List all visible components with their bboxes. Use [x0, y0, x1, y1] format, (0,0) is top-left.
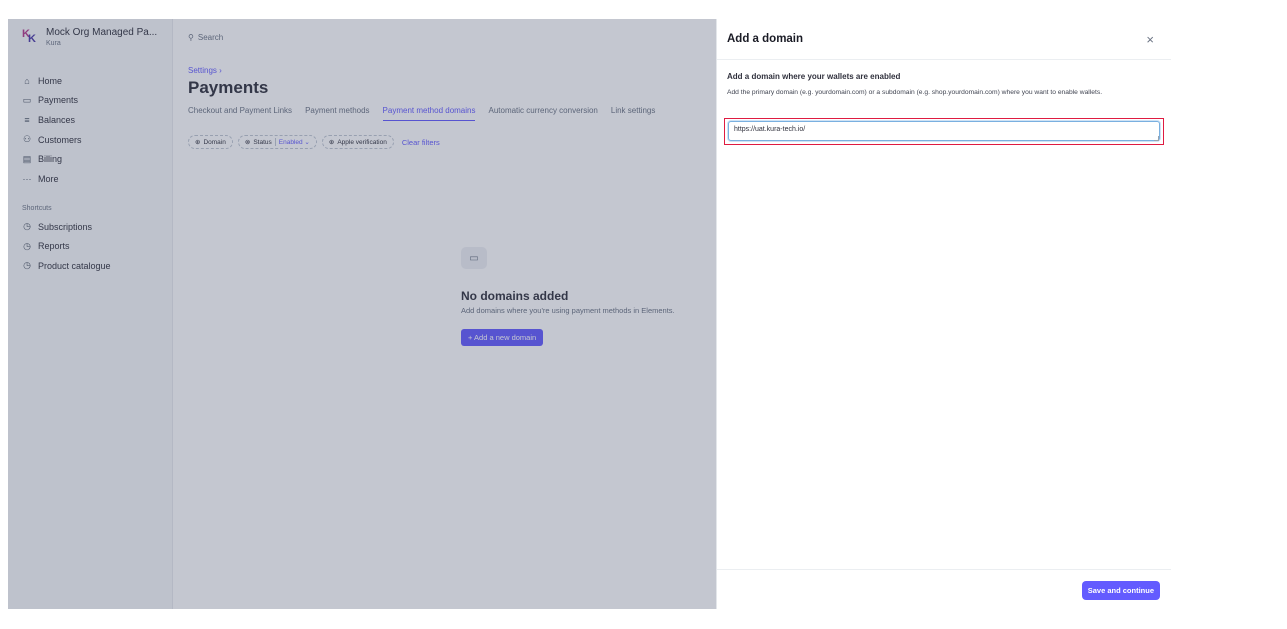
- form-heading: Add a domain where your wallets are enab…: [727, 72, 901, 81]
- close-icon[interactable]: ×: [1146, 32, 1154, 47]
- save-and-continue-button[interactable]: Save and continue: [1081, 581, 1160, 600]
- input-highlight-box: https://uat.kura-tech.io/: [724, 118, 1164, 145]
- divider: [717, 59, 1171, 60]
- form-description: Add the primary domain (e.g. yourdomain.…: [727, 89, 1103, 96]
- drawer-title: Add a domain: [727, 33, 804, 45]
- footer-divider: [717, 569, 1171, 570]
- domain-input[interactable]: https://uat.kura-tech.io/: [728, 121, 1160, 141]
- resize-grip-icon[interactable]: [1154, 136, 1159, 141]
- add-domain-drawer: Add a domain × Add a domain where your w…: [716, 19, 1171, 609]
- app-frame: KK Mock Org Managed Pa... Kura ⌂ Home ▭ Pa…: [8, 19, 1171, 609]
- modal-backdrop[interactable]: [8, 19, 716, 609]
